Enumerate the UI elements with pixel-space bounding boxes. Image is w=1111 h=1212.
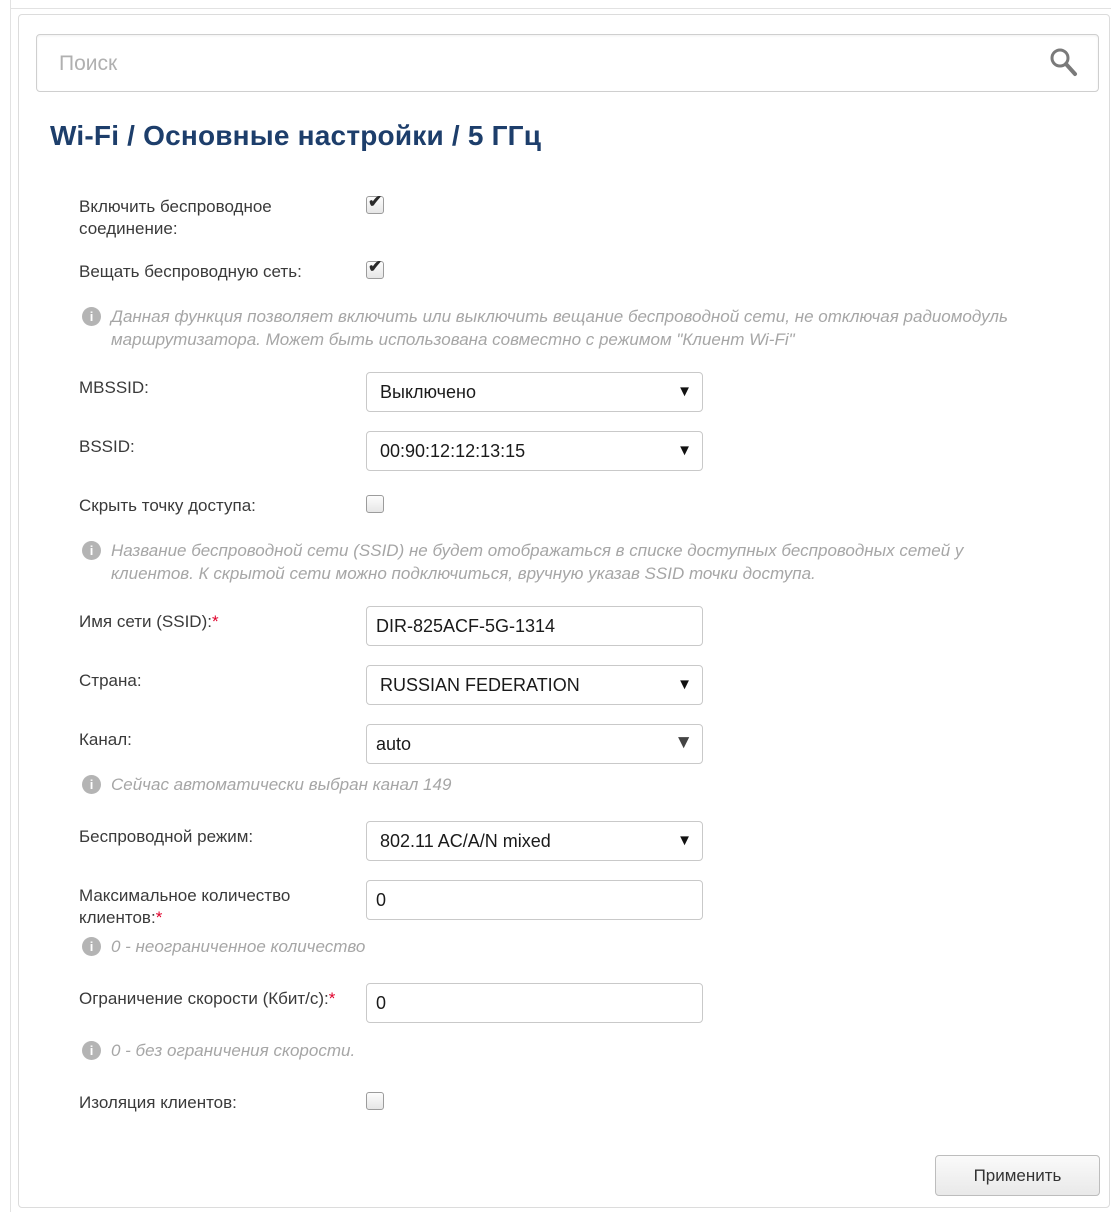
country-select[interactable]: RUSSIAN FEDERATION ▼ xyxy=(366,665,703,705)
search-icon[interactable] xyxy=(1048,47,1080,79)
hide-ap-hint: i Название беспроводной сети (SSID) не б… xyxy=(82,539,1022,585)
hint-text: Сейчас автоматически выбран канал 149 xyxy=(111,775,452,794)
mbssid-value: Выключено xyxy=(380,382,476,402)
bssid-select[interactable]: 00:90:12:12:13:15 ▼ xyxy=(366,431,703,471)
ssid-input[interactable]: DIR-825ACF-5G-1314 xyxy=(366,606,703,646)
wireless-mode-label: Беспроводной режим: xyxy=(79,827,254,846)
search-box[interactable] xyxy=(36,34,1099,92)
chevron-down-icon: ▼ xyxy=(677,676,692,693)
enable-wireless-label: Включить беспроводное соединение: xyxy=(79,197,272,238)
broadcast-hint: i Данная функция позволяет включить или … xyxy=(82,305,1022,351)
enable-wireless-checkbox[interactable]: ✔ xyxy=(366,192,384,214)
frame-left-border xyxy=(10,0,11,1212)
ssid-value: DIR-825ACF-5G-1314 xyxy=(376,616,556,636)
hide-ap-checkbox[interactable] xyxy=(366,495,384,513)
hint-text: Название беспроводной сети (SSID) не буд… xyxy=(111,541,964,583)
chevron-down-icon: ▼ xyxy=(674,732,693,753)
country-value: RUSSIAN FEDERATION xyxy=(380,675,580,695)
info-icon: i xyxy=(82,1041,101,1060)
broadcast-checkbox[interactable]: ✔ xyxy=(366,257,384,279)
info-icon: i xyxy=(82,307,101,326)
speed-limit-label: Ограничение скорости (Кбит/с):* xyxy=(79,988,349,1010)
max-clients-label-text: Максимальное количество клиентов: xyxy=(79,886,291,927)
info-icon: i xyxy=(82,775,101,794)
page-title: Wi-Fi / Основные настройки / 5 ГГц xyxy=(50,120,542,151)
search-input[interactable] xyxy=(57,49,1021,79)
checkmark-icon: ✔ xyxy=(368,257,383,276)
chevron-down-icon: ▼ xyxy=(677,832,692,849)
chevron-down-icon: ▼ xyxy=(677,383,692,400)
broadcast-label: Вещать беспроводную сеть: xyxy=(79,262,302,281)
wireless-mode-select[interactable]: 802.11 AC/A/N mixed ▼ xyxy=(366,821,703,861)
hide-ap-label: Скрыть точку доступа: xyxy=(79,496,256,515)
frame-top-border xyxy=(10,8,1111,9)
channel-value: auto xyxy=(376,734,412,754)
bssid-value: 00:90:12:12:13:15 xyxy=(380,441,526,461)
max-clients-hint: i 0 - неограниченное количество xyxy=(82,935,1022,958)
checkmark-icon: ✔ xyxy=(368,192,383,211)
country-label: Страна: xyxy=(79,671,142,690)
mbssid-select[interactable]: Выключено ▼ xyxy=(366,372,703,412)
max-clients-label: Максимальное количество клиентов:* xyxy=(79,885,349,929)
info-icon: i xyxy=(82,541,101,560)
hint-text: Данная функция позволяет включить или вы… xyxy=(111,307,1008,349)
ssid-label-text: Имя сети (SSID): xyxy=(79,612,212,631)
required-marker: * xyxy=(155,908,163,927)
max-clients-input[interactable]: 0 xyxy=(366,880,703,920)
hint-text: 0 - неограниченное количество xyxy=(111,937,366,956)
chevron-down-icon: ▼ xyxy=(677,442,692,459)
apply-button[interactable]: Применить xyxy=(935,1155,1100,1196)
isolation-checkbox[interactable] xyxy=(366,1092,384,1110)
channel-label: Канал: xyxy=(79,730,132,749)
channel-hint: i Сейчас автоматически выбран канал 149 xyxy=(82,773,1022,796)
mbssid-label: MBSSID: xyxy=(79,378,149,397)
wireless-mode-value: 802.11 AC/A/N mixed xyxy=(380,831,551,851)
speed-limit-hint: i 0 - без ограничения скорости. xyxy=(82,1039,1022,1062)
speed-limit-value: 0 xyxy=(376,993,387,1013)
hint-text: 0 - без ограничения скорости. xyxy=(111,1041,356,1060)
isolation-label: Изоляция клиентов: xyxy=(79,1093,237,1112)
info-icon: i xyxy=(82,937,101,956)
required-marker: * xyxy=(328,989,336,1008)
channel-select[interactable]: auto ▼ xyxy=(366,724,703,764)
ssid-label: Имя сети (SSID):* xyxy=(79,611,349,633)
speed-limit-input[interactable]: 0 xyxy=(366,983,703,1023)
required-marker: * xyxy=(211,612,219,631)
max-clients-value: 0 xyxy=(376,890,387,910)
bssid-label: BSSID: xyxy=(79,437,135,456)
speed-limit-label-text: Ограничение скорости (Кбит/с): xyxy=(79,989,329,1008)
